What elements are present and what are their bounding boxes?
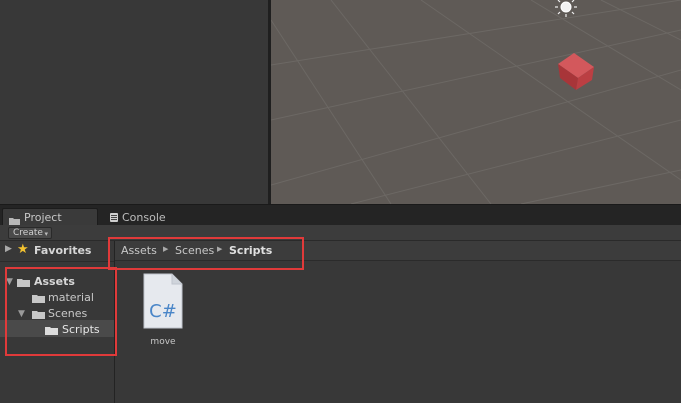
csharp-icon-text: C# [149,301,177,322]
file-label: move [150,337,176,347]
favorites-row[interactable]: ▶ ★ Favorites [0,241,114,261]
console-icon [110,212,118,222]
tab-console[interactable]: Console [104,208,204,226]
csharp-script-icon: C# [143,273,183,329]
annotation-box-tree [5,267,117,356]
favorites-label: Favorites [34,244,92,257]
tab-project-label: Project [24,211,62,224]
tab-console-label: Console [122,210,166,224]
dropdown-arrow-icon: ▾ [44,230,48,238]
divider [0,261,114,262]
annotation-box-breadcrumb [108,237,304,270]
create-button[interactable]: Create ▾ [8,227,52,239]
tab-bar: Project Console [0,204,681,226]
hierarchy-panel [0,0,268,204]
scene-grid [271,0,681,204]
expand-arrow-icon[interactable]: ▶ [5,244,12,254]
folder-icon [9,214,20,226]
create-button-label: Create [13,228,43,238]
project-toolbar: Create ▾ [0,225,681,241]
star-icon: ★ [17,242,29,257]
file-item[interactable]: C# move [141,273,185,351]
tab-project[interactable]: Project [2,208,98,226]
scene-view[interactable] [271,0,681,204]
